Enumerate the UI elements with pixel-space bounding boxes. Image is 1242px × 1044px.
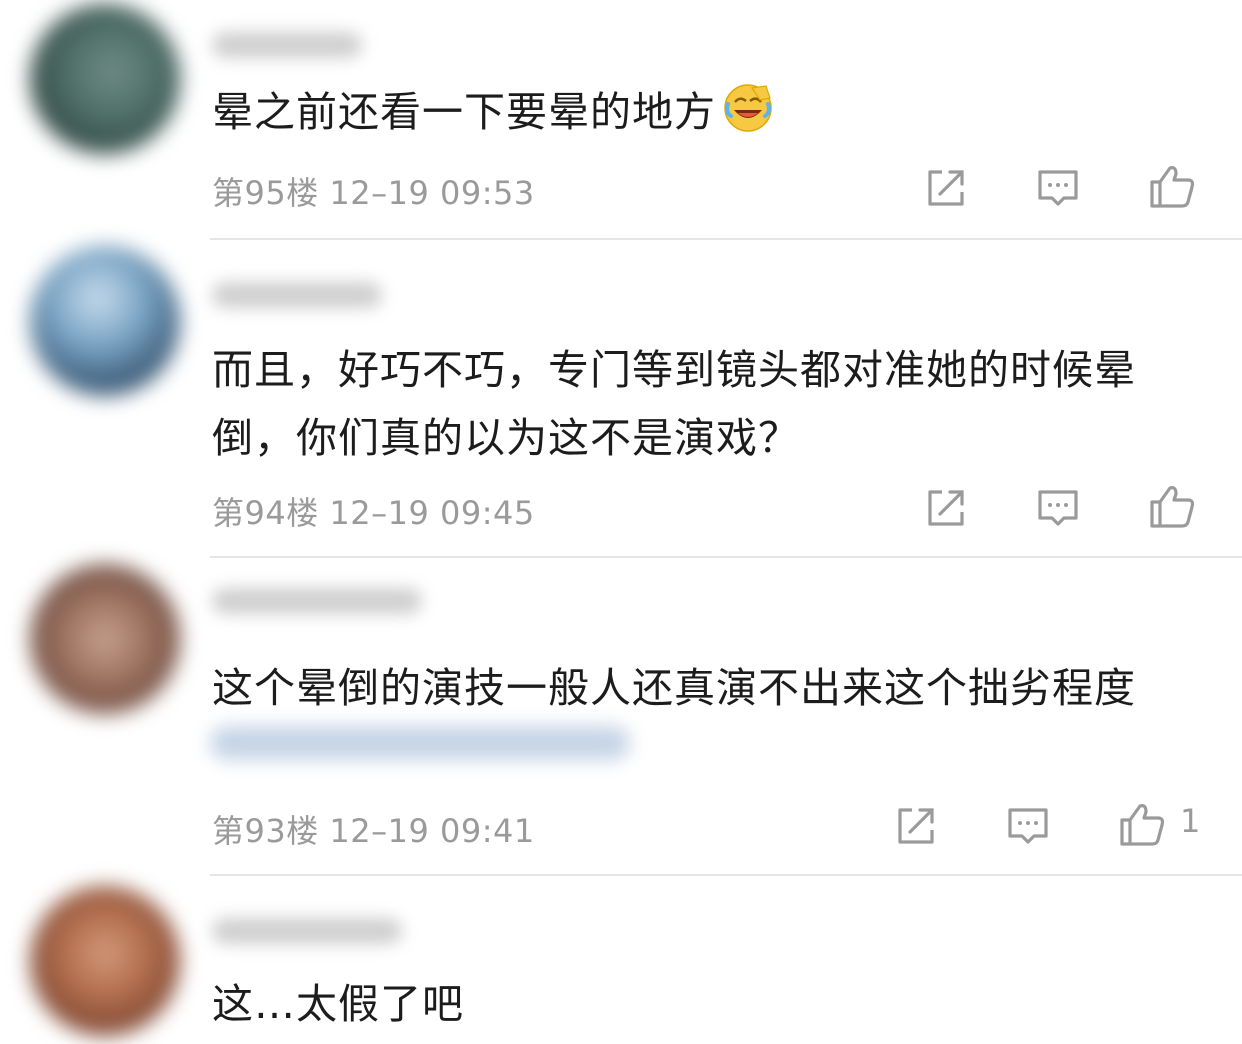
timestamp: 12–19 09:41 [329, 812, 535, 850]
comment-icon [1008, 808, 1048, 844]
username-blurred[interactable] [212, 588, 422, 614]
comment-icon [1038, 170, 1078, 206]
comment-item: 这…太假了吧 [0, 876, 1242, 1044]
share-icon [928, 490, 964, 526]
username-blurred[interactable] [212, 282, 382, 308]
thumbs-up-icon [1120, 804, 1165, 846]
like-button[interactable] [1148, 482, 1196, 530]
avatar[interactable] [30, 4, 180, 154]
thumbs-up-icon [1150, 486, 1195, 528]
avatar[interactable] [30, 886, 180, 1036]
thumbs-up-icon [1150, 166, 1195, 208]
floor-number: 第94楼 [212, 494, 319, 532]
like-count: 1 [1180, 802, 1201, 840]
comment-text: 晕之前还看一下要晕的地方 [212, 78, 1212, 146]
comment-icon [1038, 490, 1078, 526]
floor-number: 第95楼 [212, 174, 319, 212]
share-icon [898, 808, 934, 844]
avatar[interactable] [30, 564, 180, 714]
reply-button[interactable] [1004, 802, 1052, 850]
like-button[interactable] [1148, 162, 1196, 210]
like-button[interactable] [1118, 800, 1166, 848]
comment-text: 这…太假了吧 [212, 980, 464, 1028]
avatar[interactable] [30, 246, 180, 396]
username-blurred[interactable] [212, 918, 402, 944]
quoted-reply-blurred[interactable] [210, 726, 630, 760]
reply-button[interactable] [1034, 484, 1082, 532]
comment-item: 而且，好巧不巧，专门等到镜头都对准她的时候晕倒，你们真的以为这不是演戏？ 第94… [0, 240, 1242, 558]
share-button[interactable] [922, 164, 970, 212]
timestamp: 12–19 09:53 [329, 174, 535, 212]
comment-meta: 第94楼 12–19 09:45 [212, 488, 535, 534]
share-icon [928, 170, 964, 206]
comment-item: 晕之前还看一下要晕的地方 第95楼 12–19 09:53 [0, 0, 1242, 240]
share-button[interactable] [892, 802, 940, 850]
comment-text: 这个晕倒的演技一般人还真演不出来这个拙劣程度 [212, 664, 1136, 712]
share-button[interactable] [922, 484, 970, 532]
comment-meta: 第93楼 12–19 09:41 [212, 806, 535, 852]
comment-text: 而且，好巧不巧，专门等到镜头都对准她的时候晕倒，你们真的以为这不是演戏？ [212, 346, 1136, 462]
username-blurred[interactable] [212, 32, 362, 58]
reply-button[interactable] [1034, 164, 1082, 212]
comment-text-content: 晕之前还看一下要晕的地方 [212, 88, 716, 136]
timestamp: 12–19 09:45 [329, 494, 535, 532]
comment-item: 这个晕倒的演技一般人还真演不出来这个拙劣程度 第93楼 12–19 09:41 … [0, 558, 1242, 876]
comment-meta: 第95楼 12–19 09:53 [212, 168, 535, 214]
laughing-crying-emoji-icon [724, 84, 772, 132]
floor-number: 第93楼 [212, 812, 319, 850]
